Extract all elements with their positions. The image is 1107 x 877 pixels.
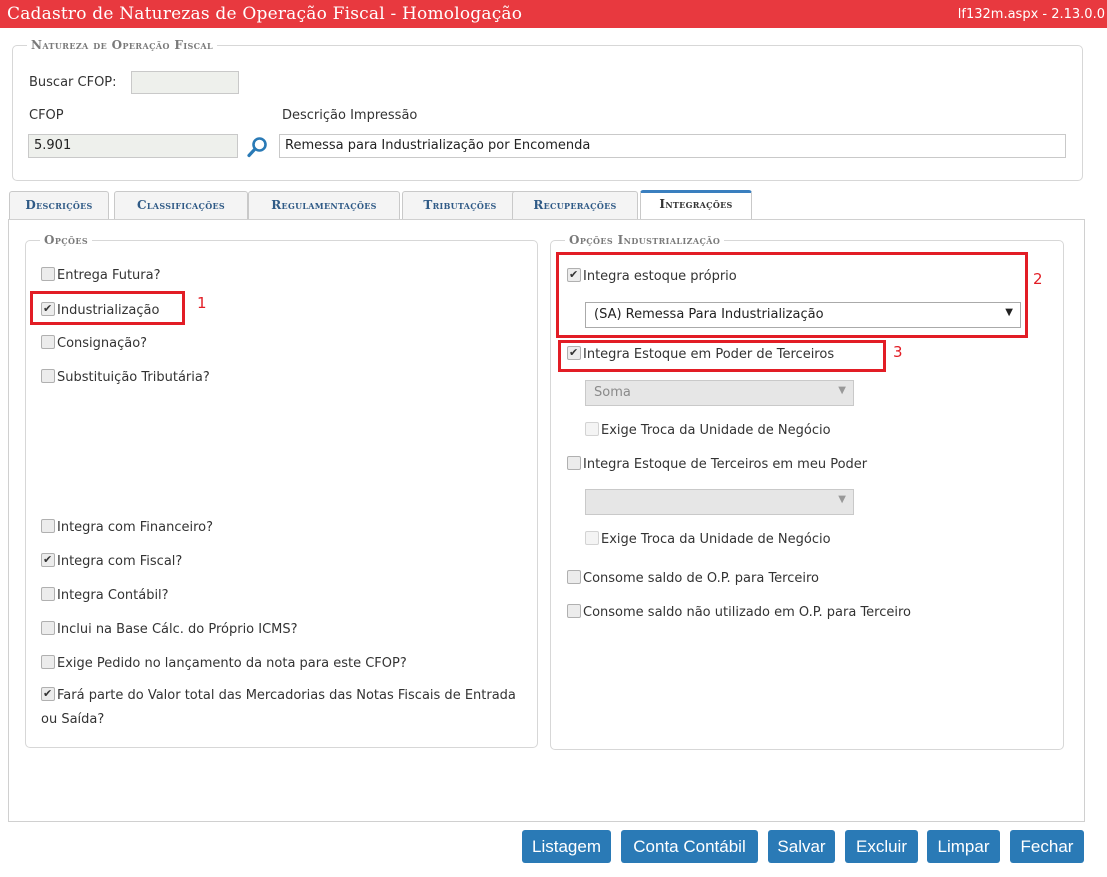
version-label: lf132m.aspx - 2.13.0.0 bbox=[957, 7, 1105, 22]
option-integra-financeiro[interactable]: Integra com Financeiro? bbox=[41, 519, 213, 535]
natureza-legend: Natureza de Operação Fiscal bbox=[31, 38, 214, 52]
option-consome-nao-utilizado[interactable]: Consome saldo não utilizado em O.P. para… bbox=[567, 604, 911, 620]
option-integra-terceiros-meu-poder[interactable]: Integra Estoque de Terceiros em meu Pode… bbox=[567, 456, 867, 472]
listagem-button[interactable]: Listagem bbox=[522, 830, 611, 863]
tab-classificacoes[interactable]: Classificações bbox=[114, 191, 248, 219]
option-exige-troca-2[interactable]: Exige Troca da Unidade de Negócio bbox=[585, 531, 831, 547]
terceiros-meu-poder-select[interactable]: ▼ bbox=[585, 489, 854, 515]
tab-tributacoes[interactable]: Tributações bbox=[402, 191, 518, 219]
poder-terceiros-select[interactable]: Soma ▼ bbox=[585, 380, 854, 406]
checkbox-valor-total-mercadorias[interactable] bbox=[41, 687, 55, 701]
conta-contabil-button[interactable]: Conta Contábil bbox=[621, 830, 758, 863]
checkbox-integra-terceiros-meu-poder[interactable] bbox=[567, 456, 581, 470]
search-icon[interactable] bbox=[246, 135, 270, 159]
checkbox-integra-financeiro[interactable] bbox=[41, 519, 55, 533]
option-substituicao-tributaria[interactable]: Substituição Tributária? bbox=[41, 369, 210, 385]
checkbox-integra-contabil[interactable] bbox=[41, 587, 55, 601]
checkbox-consignacao[interactable] bbox=[41, 335, 55, 349]
option-exige-pedido[interactable]: Exige Pedido no lançamento da nota para … bbox=[41, 655, 407, 671]
option-integra-fiscal[interactable]: Integra com Fiscal? bbox=[41, 553, 182, 569]
buscar-cfop-label: Buscar CFOP: bbox=[29, 75, 117, 90]
checkbox-entrega-futura[interactable] bbox=[41, 267, 55, 281]
option-exige-troca-1[interactable]: Exige Troca da Unidade de Negócio bbox=[585, 422, 831, 438]
annotation-number-2: 2 bbox=[1033, 270, 1043, 288]
option-inclui-base-icms[interactable]: Inclui na Base Cálc. do Próprio ICMS? bbox=[41, 621, 298, 637]
checkbox-consome-saldo[interactable] bbox=[567, 570, 581, 584]
option-consome-saldo[interactable]: Consome saldo de O.P. para Terceiro bbox=[567, 570, 819, 586]
highlight-box-3 bbox=[558, 340, 886, 372]
option-consignacao[interactable]: Consignação? bbox=[41, 335, 147, 351]
limpar-button[interactable]: Limpar bbox=[927, 830, 1000, 863]
tab-integracoes[interactable]: Integrações bbox=[640, 190, 752, 219]
checkbox-exige-troca-2[interactable] bbox=[585, 531, 599, 545]
annotation-number-3: 3 bbox=[893, 343, 903, 361]
checkbox-integra-fiscal[interactable] bbox=[41, 553, 55, 567]
descricao-input[interactable]: Remessa para Industrialização por Encome… bbox=[279, 134, 1066, 158]
checkbox-inclui-base-icms[interactable] bbox=[41, 621, 55, 635]
chevron-down-icon: ▼ bbox=[838, 385, 846, 396]
page-title: Cadastro de Naturezas de Operação Fiscal… bbox=[7, 4, 523, 24]
checkbox-consome-nao-utilizado[interactable] bbox=[567, 604, 581, 618]
descricao-label: Descrição Impressão bbox=[282, 108, 418, 123]
buscar-cfop-input[interactable] bbox=[131, 71, 239, 94]
tab-descricoes[interactable]: Descrições bbox=[9, 191, 109, 219]
cfop-input[interactable]: 5.901 bbox=[28, 134, 238, 158]
opcoes-legend: Opções bbox=[44, 233, 89, 247]
checkbox-substituicao-tributaria[interactable] bbox=[41, 369, 55, 383]
tab-regulamentacoes[interactable]: Regulamentações bbox=[248, 191, 400, 219]
tab-recuperacoes[interactable]: Recuperações bbox=[512, 191, 638, 219]
fechar-button[interactable]: Fechar bbox=[1010, 830, 1084, 863]
option-entrega-futura[interactable]: Entrega Futura? bbox=[41, 267, 161, 283]
excluir-button[interactable]: Excluir bbox=[845, 830, 918, 863]
title-bar: Cadastro de Naturezas de Operação Fiscal… bbox=[0, 0, 1107, 28]
highlight-box-2 bbox=[556, 252, 1028, 338]
chevron-down-icon: ▼ bbox=[838, 494, 846, 505]
salvar-button[interactable]: Salvar bbox=[768, 830, 835, 863]
industrializacao-legend: Opções Industrialização bbox=[569, 233, 721, 247]
cfop-label: CFOP bbox=[29, 108, 64, 123]
highlight-box-1 bbox=[30, 291, 185, 325]
checkbox-exige-pedido[interactable] bbox=[41, 655, 55, 669]
option-valor-total-mercadorias[interactable]: Fará parte do Valor total das Mercadoria… bbox=[41, 684, 521, 732]
checkbox-exige-troca-1[interactable] bbox=[585, 422, 599, 436]
option-integra-contabil[interactable]: Integra Contábil? bbox=[41, 587, 169, 603]
natureza-fieldset: Natureza de Operação Fiscal bbox=[12, 38, 1083, 181]
annotation-number-1: 1 bbox=[197, 294, 207, 312]
